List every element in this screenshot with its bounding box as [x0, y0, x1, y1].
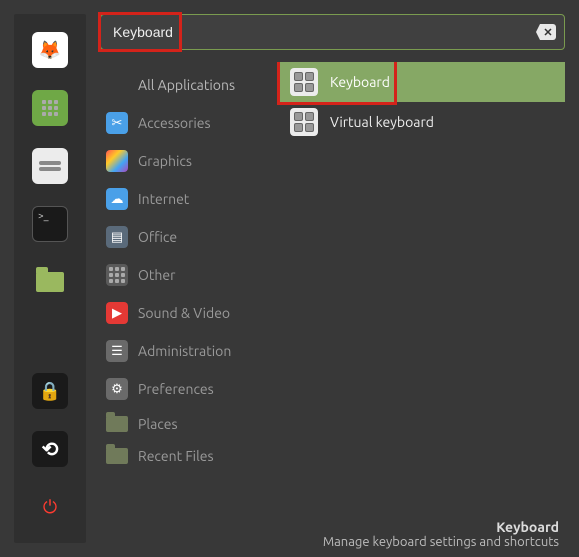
admin-icon: ☰: [106, 340, 128, 362]
reload-icon: ⟲: [42, 437, 59, 461]
footer-description: Manage keyboard settings and shortcuts: [100, 535, 559, 549]
category-label: All Applications: [138, 77, 235, 93]
result-virtual-keyboard[interactable]: Virtual keyboard: [280, 102, 565, 142]
category-other[interactable]: Other: [100, 256, 280, 294]
result-label: Virtual keyboard: [330, 114, 434, 130]
menu-content: ✕ All Applications ✂ Accessories Graphic…: [86, 0, 579, 557]
category-graphics[interactable]: Graphics: [100, 142, 280, 180]
menu-columns: All Applications ✂ Accessories Graphics …: [100, 62, 565, 515]
category-internet[interactable]: ☁ Internet: [100, 180, 280, 218]
category-accessories[interactable]: ✂ Accessories: [100, 104, 280, 142]
folder-icon: [36, 272, 64, 292]
backspace-icon: ✕: [543, 26, 552, 39]
cloud-icon: ☁: [106, 188, 128, 210]
category-label: Sound & Video: [138, 305, 230, 321]
launcher-panel: 🦊 🔒 ⟲ ⏻: [14, 14, 86, 543]
category-preferences[interactable]: ⚙ Preferences: [100, 370, 280, 408]
category-sound-video[interactable]: ▶ Sound & Video: [100, 294, 280, 332]
category-label: Graphics: [138, 153, 192, 169]
folder-icon: [106, 448, 128, 464]
clear-search-button[interactable]: ✕: [536, 24, 556, 40]
category-label: Preferences: [138, 381, 214, 397]
office-icon: ▤: [106, 226, 128, 248]
launcher-terminal[interactable]: [32, 206, 68, 242]
launcher-lock[interactable]: 🔒: [32, 373, 68, 409]
launcher-apps[interactable]: [32, 90, 68, 126]
power-icon: ⏻: [43, 497, 57, 518]
category-label: Administration: [138, 343, 231, 359]
preferences-icon: ⚙: [106, 378, 128, 400]
result-keyboard[interactable]: Keyboard: [280, 62, 565, 102]
launcher-firefox[interactable]: 🦊: [32, 32, 68, 68]
category-list: All Applications ✂ Accessories Graphics …: [100, 62, 280, 515]
grid-icon: [106, 264, 128, 286]
results-list: Keyboard Virtual keyboard: [280, 62, 565, 515]
search-input[interactable]: [113, 24, 528, 40]
category-label: Recent Files: [138, 448, 214, 464]
keyboard-icon: [290, 68, 318, 96]
search-field-wrap: ✕: [100, 14, 565, 50]
launcher-folder[interactable]: [32, 264, 68, 300]
category-label: Internet: [138, 191, 189, 207]
category-label: Accessories: [138, 115, 211, 131]
category-administration[interactable]: ☰ Administration: [100, 332, 280, 370]
graphics-icon: [106, 150, 128, 172]
scissors-icon: ✂: [106, 112, 128, 134]
category-places[interactable]: Places: [100, 408, 280, 440]
category-label: Places: [138, 416, 178, 432]
firefox-icon: 🦊: [39, 40, 61, 61]
play-icon: ▶: [106, 302, 128, 324]
category-label: Other: [138, 267, 175, 283]
folder-icon: [106, 416, 128, 432]
virtual-keyboard-icon: [290, 108, 318, 136]
category-recent-files[interactable]: Recent Files: [100, 440, 280, 472]
category-label: Office: [138, 229, 177, 245]
apps-grid-icon: [42, 100, 58, 116]
footer-info: Keyboard Manage keyboard settings and sh…: [100, 515, 565, 549]
result-label: Keyboard: [330, 74, 390, 90]
footer-title: Keyboard: [100, 519, 559, 535]
launcher-logout[interactable]: ⟲: [32, 431, 68, 467]
launcher-files[interactable]: [32, 148, 68, 184]
lock-icon: 🔒: [39, 381, 61, 402]
category-office[interactable]: ▤ Office: [100, 218, 280, 256]
category-all-applications[interactable]: All Applications: [100, 66, 280, 104]
blank-icon: [106, 74, 128, 96]
launcher-power[interactable]: ⏻: [32, 489, 68, 525]
files-icon: [39, 161, 61, 165]
